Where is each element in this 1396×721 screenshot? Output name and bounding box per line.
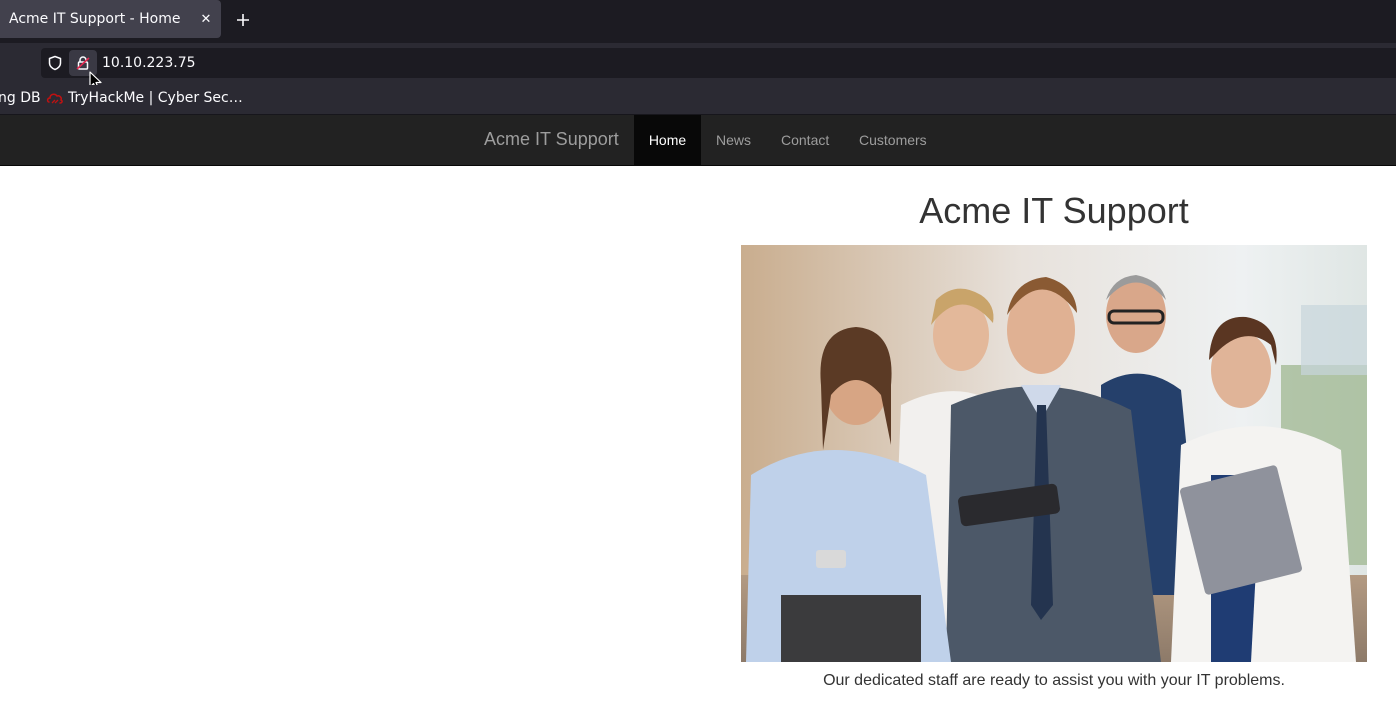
bookmark-label: ng DB	[0, 90, 41, 106]
plus-icon[interactable]	[231, 8, 255, 32]
site-navbar: Acme IT Support Home News Contact Custom…	[0, 115, 1396, 166]
site-brand[interactable]: Acme IT Support	[484, 129, 619, 150]
tab-title: Acme IT Support - Home	[9, 11, 181, 27]
tryhackme-logo-icon	[46, 93, 63, 104]
bookmarks-toolbar: ng DB TryHackMe | Cyber Sec…	[0, 85, 1396, 115]
nav-link-news[interactable]: News	[716, 115, 751, 165]
page-title: Acme IT Support	[919, 190, 1189, 231]
browser-tab[interactable]: Acme IT Support - Home ✕	[0, 0, 221, 38]
nav-link-contact[interactable]: Contact	[781, 115, 829, 165]
nav-link-home[interactable]: Home	[634, 115, 701, 165]
url-bar[interactable]: 10.10.223.75	[41, 48, 1396, 78]
bookmark-item-tryhackme[interactable]: TryHackMe | Cyber Sec…	[46, 90, 243, 106]
close-icon[interactable]: ✕	[191, 12, 221, 27]
tab-strip: Acme IT Support - Home ✕	[0, 0, 1396, 43]
nav-toolbar: 10.10.223.75	[0, 43, 1396, 85]
shield-icon[interactable]	[41, 48, 69, 78]
bookmark-item[interactable]: ng DB	[0, 90, 41, 106]
bookmark-label: TryHackMe | Cyber Sec…	[68, 90, 243, 106]
nav-link-customers[interactable]: Customers	[859, 115, 927, 165]
url-text[interactable]: 10.10.223.75	[102, 55, 196, 71]
hero-caption: Our dedicated staff are ready to assist …	[823, 672, 1285, 689]
team-photo	[741, 245, 1367, 662]
